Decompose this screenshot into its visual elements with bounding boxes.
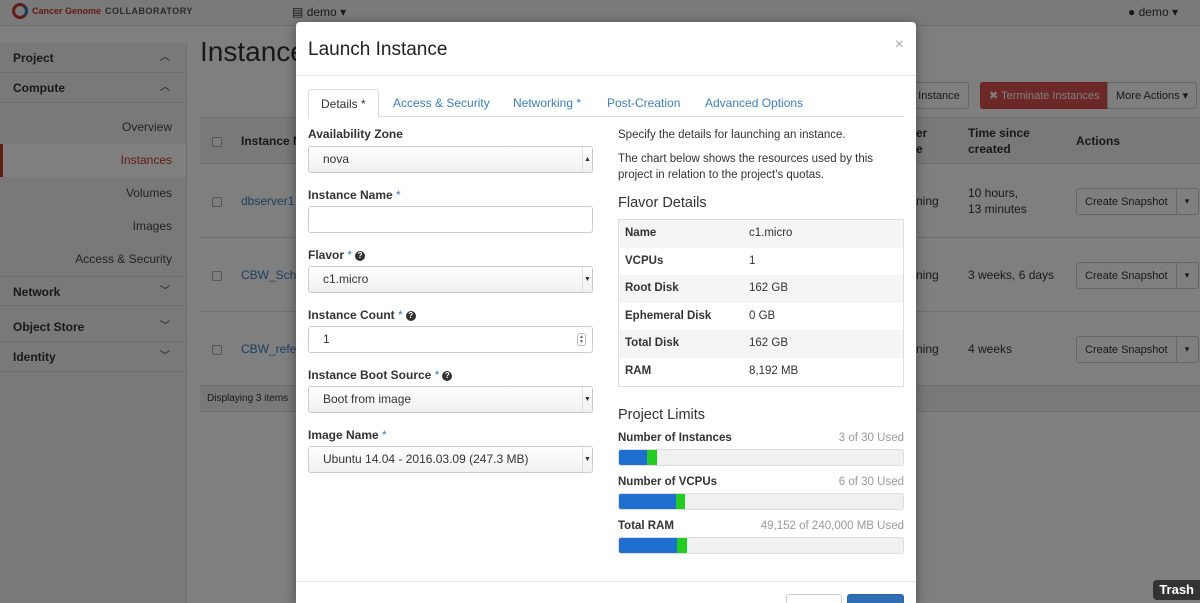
tab-details[interactable]: Details * <box>308 89 379 118</box>
flavor-value: c1.micro <box>749 227 793 239</box>
limit-name: Number of Instances <box>618 432 732 444</box>
label-text: Instance Count <box>308 308 395 322</box>
project-limits-title: Project Limits <box>618 407 706 423</box>
flavor-key: Name <box>625 227 657 239</box>
table-row: Root Disk 162 GB <box>619 275 903 303</box>
availability-zone-select[interactable]: nova ▲ <box>308 146 593 173</box>
flavor-key: VCPUs <box>625 254 664 267</box>
flavor-key: Total Disk <box>625 337 680 350</box>
label-text: Availability Zone <box>308 127 403 141</box>
label-text: Instance Boot Source <box>308 368 432 382</box>
table-row: VCPUs 1 <box>619 248 903 276</box>
flavor-key: Root Disk <box>625 282 679 295</box>
cancel-button[interactable] <box>786 594 842 603</box>
instance-name-label: Instance Name * <box>308 188 401 202</box>
used-fill <box>619 538 678 553</box>
added-fill <box>647 450 657 465</box>
image-name-label: Image Name * <box>308 428 387 442</box>
select-value: c1.micro <box>323 272 369 286</box>
usage-progress-bar <box>618 493 904 510</box>
flavor-value: 8,192 MB <box>749 364 799 377</box>
flavor-details-title: Flavor Details <box>618 195 707 211</box>
label-text: Image Name <box>308 428 379 442</box>
used-fill <box>619 450 648 465</box>
description-line-2: The chart below shows the resources used… <box>618 153 874 181</box>
tab-networking[interactable]: Networking * <box>501 89 593 118</box>
help-icon[interactable]: ? <box>405 311 416 321</box>
modal-title: Launch Instance <box>308 39 448 60</box>
flavor-details-table: Name c1.micro VCPUs 1 Root Disk 162 GB Ephe… <box>618 219 904 387</box>
required-asterisk: * <box>434 368 440 382</box>
limit-header: Number of Instances 3 of 30 Used <box>618 432 904 446</box>
modal-header-divider <box>296 75 916 76</box>
description-line-1: Specify the details for launching an ins… <box>618 129 846 141</box>
select-arrow-icon: ▼ <box>582 267 592 292</box>
select-value: Boot from image <box>323 392 412 406</box>
boot-source-select[interactable]: Boot from image ▼ <box>308 386 593 413</box>
image-name-select[interactable]: Ubuntu 14.04 - 2016.03.09 (247.3 MB) ▼ <box>308 446 593 473</box>
flavor-value: 162 GB <box>749 337 788 350</box>
table-row: Ephemeral Disk 0 GB <box>619 303 903 331</box>
limit-instances: Number of Instances 3 of 30 Used <box>618 432 904 466</box>
label-text: Flavor <box>308 248 345 262</box>
flavor-label: Flavor *? <box>308 248 366 262</box>
select-arrow-icon: ▼ <box>582 387 592 412</box>
modal-footer-divider <box>296 581 916 582</box>
limit-name: Number of VCPUs <box>618 476 718 488</box>
instance-count-label: Instance Count *? <box>308 308 416 322</box>
flavor-select[interactable]: c1.micro ▼ <box>308 266 593 293</box>
availability-zone-label: Availability Zone <box>308 127 403 141</box>
limit-used-text: 49,152 of 240,000 MB Used <box>760 520 904 532</box>
required-asterisk: * <box>382 428 387 442</box>
help-icon[interactable]: ? <box>442 371 453 381</box>
added-fill <box>677 538 687 553</box>
input-value: 1 <box>323 332 330 346</box>
tab-access-security[interactable]: Access & Security <box>381 89 502 118</box>
limit-header: Number of VCPUs 6 of 30 Used <box>618 476 904 490</box>
modal-tabs: Details * Access & Security Networking *… <box>308 89 904 118</box>
usage-progress-bar <box>618 537 904 554</box>
added-fill <box>675 494 686 509</box>
limit-used-text: 3 of 30 Used <box>838 432 904 444</box>
flavor-value: 162 GB <box>749 282 788 295</box>
launch-button[interactable] <box>847 594 904 603</box>
label-text: Instance Name <box>308 188 393 202</box>
flavor-value: 0 GB <box>749 309 776 322</box>
required-asterisk: * <box>347 248 353 262</box>
select-arrow-icon: ▲ <box>582 147 592 172</box>
trash-dock-label[interactable]: Trash <box>1153 580 1200 600</box>
boot-source-label: Instance Boot Source *? <box>308 368 453 382</box>
table-row: Name c1.micro <box>619 220 903 248</box>
limit-header: Total RAM 49,152 of 240,000 MB Used <box>618 520 904 534</box>
details-description: Specify the details for launching an ins… <box>618 127 904 211</box>
select-arrow-icon: ▼ <box>582 447 592 472</box>
flavor-value: 1 <box>749 254 756 267</box>
limit-vcpus: Number of VCPUs 6 of 30 Used <box>618 476 904 510</box>
close-icon[interactable]: × <box>895 36 904 54</box>
flavor-key: Ephemeral Disk <box>625 309 712 322</box>
select-value: nova <box>323 152 350 166</box>
number-stepper-icon[interactable]: ▲ ▼ <box>577 333 586 346</box>
table-row: Total Disk 162 GB <box>619 330 903 358</box>
required-asterisk: * <box>398 308 403 322</box>
instance-count-input[interactable]: 1 ▲ ▼ <box>308 326 593 353</box>
select-value: Ubuntu 14.04 - 2016.03.09 (247.3 MB) <box>323 452 529 466</box>
required-asterisk: * <box>396 188 401 202</box>
launch-instance-modal: Launch Instance × Details * Access & Sec… <box>296 22 916 603</box>
tab-advanced-options[interactable]: Advanced Options <box>693 89 815 118</box>
limit-ram: Total RAM 49,152 of 240,000 MB Used <box>618 520 904 554</box>
tab-post-creation[interactable]: Post-Creation <box>595 89 692 118</box>
instance-name-input[interactable] <box>308 206 593 233</box>
used-fill <box>619 494 676 509</box>
limit-name: Total RAM <box>618 520 675 532</box>
table-row: RAM 8,192 MB <box>619 358 903 386</box>
help-icon[interactable]: ? <box>355 251 366 261</box>
limit-used-text: 6 of 30 Used <box>838 476 904 488</box>
flavor-key: RAM <box>625 364 652 377</box>
usage-progress-bar <box>618 449 904 466</box>
